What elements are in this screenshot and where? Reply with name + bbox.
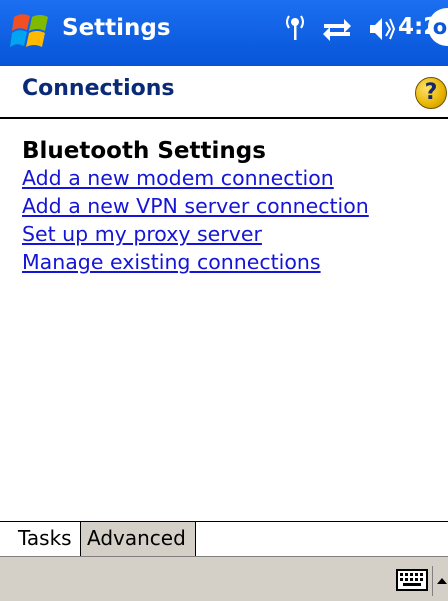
page-header: Connections ? — [0, 66, 448, 119]
tab-strip: Tasks Advanced — [0, 521, 448, 556]
title-bar: Settings 4:26 ok — [0, 0, 448, 66]
tasks-panel: Bluetooth Settings Add a new modem conne… — [22, 138, 432, 276]
antenna-icon[interactable] — [283, 12, 307, 46]
add-modem-connection-link[interactable]: Add a new modem connection — [22, 164, 432, 192]
manage-connections-link[interactable]: Manage existing connections — [22, 248, 432, 276]
app-title: Settings — [62, 15, 171, 41]
add-vpn-connection-link[interactable]: Add a new VPN server connection — [22, 192, 432, 220]
keyboard-icon[interactable] — [396, 568, 428, 592]
volume-icon[interactable] — [366, 12, 396, 46]
windows-start-icon[interactable] — [10, 9, 56, 51]
proxy-server-link[interactable]: Set up my proxy server — [22, 220, 432, 248]
menu-bar — [0, 556, 448, 601]
section-heading: Bluetooth Settings — [22, 138, 266, 164]
help-icon[interactable]: ? — [415, 77, 447, 109]
tab-tasks[interactable]: Tasks — [14, 522, 76, 556]
tab-advanced[interactable]: Advanced — [80, 522, 196, 556]
connectivity-icon[interactable] — [320, 12, 354, 46]
page-title: Connections — [22, 76, 175, 101]
sip-up-arrow-icon[interactable] — [432, 566, 448, 596]
